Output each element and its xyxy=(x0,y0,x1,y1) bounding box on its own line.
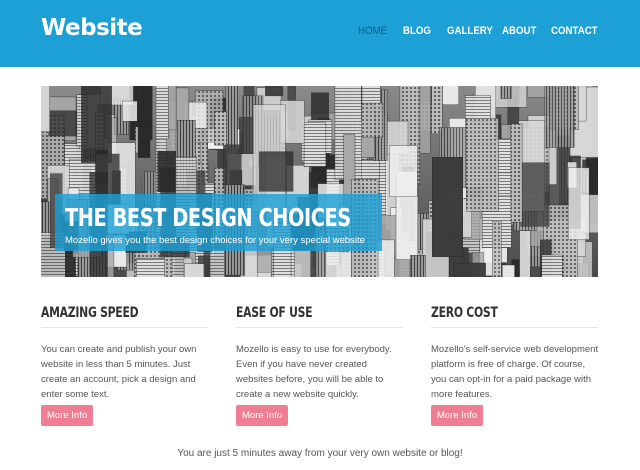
feature-title: ZERO COST xyxy=(431,305,498,321)
nav-item-blog[interactable]: BLOG xyxy=(403,25,431,37)
divider xyxy=(431,327,598,328)
feature-text: Mozello's self-service web development p… xyxy=(431,344,599,400)
hero-title: THE BEST DESIGN CHOICES xyxy=(65,203,351,232)
feature-cost: ZERO COST Mozello's self-service web dev… xyxy=(431,305,598,426)
nav-item-gallery[interactable]: GALLERY xyxy=(447,25,493,37)
nav-item-about[interactable]: ABOUT xyxy=(502,25,536,37)
hero-subtitle: Mozello gives you the best design choice… xyxy=(65,235,365,246)
divider xyxy=(236,327,403,328)
main-nav: HOME BLOG GALLERY ABOUT CONTACT xyxy=(0,25,640,39)
hero-caption: THE BEST DESIGN CHOICES Mozello gives yo… xyxy=(55,194,382,251)
nav-item-home[interactable]: HOME xyxy=(358,25,387,37)
more-info-button[interactable]: More Info xyxy=(431,405,484,426)
footer-tagline: You are just 5 minutes away from your ve… xyxy=(177,448,463,459)
hero-banner: THE BEST DESIGN CHOICES Mozello gives yo… xyxy=(41,86,598,277)
more-info-button[interactable]: More Info xyxy=(41,405,94,426)
feature-speed: AMAZING SPEED You can create and publish… xyxy=(41,305,208,426)
more-info-button[interactable]: More Info xyxy=(236,405,289,426)
feature-text: Mozello is easy to use for everybody. Ev… xyxy=(236,344,392,400)
feature-title: AMAZING SPEED xyxy=(41,305,139,321)
feature-ease: EASE OF USE Mozello is easy to use for e… xyxy=(236,305,403,426)
feature-title: EASE OF USE xyxy=(236,305,313,321)
site-header: Website HOME BLOG GALLERY ABOUT CONTACT xyxy=(0,0,640,67)
nav-item-contact[interactable]: CONTACT xyxy=(551,25,598,37)
feature-text: You can create and publish your own webs… xyxy=(41,344,197,400)
divider xyxy=(41,327,208,328)
